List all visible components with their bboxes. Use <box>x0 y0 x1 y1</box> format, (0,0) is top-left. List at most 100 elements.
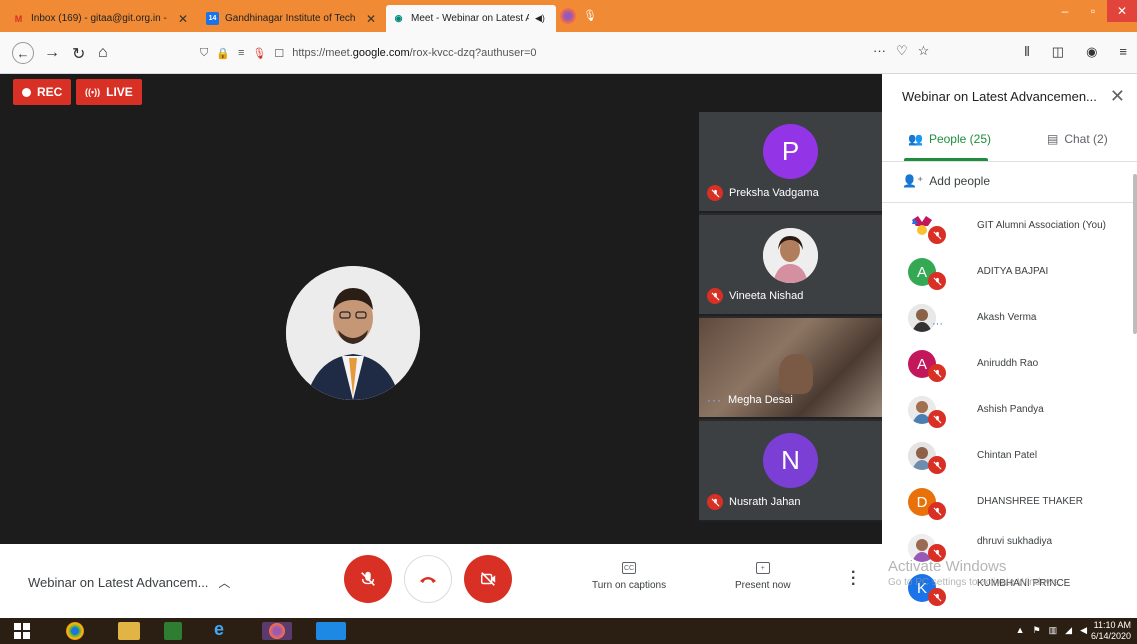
tab-label: Meet - Webinar on Latest A <box>411 13 529 24</box>
people-icon: 👥 <box>908 132 923 146</box>
chrome-icon[interactable] <box>66 622 84 640</box>
mic-off-icon <box>928 502 946 520</box>
app-window-icon[interactable] <box>316 622 346 640</box>
menu-icon[interactable]: ≡ <box>1119 44 1127 60</box>
microphone-icon: 🎙 <box>583 10 597 22</box>
time: 11:10 AM <box>1093 620 1131 630</box>
window-controls: – ▫ ✕ <box>1051 0 1137 28</box>
close-icon[interactable]: ✕ <box>1110 86 1125 107</box>
participant-video-figure <box>779 354 813 394</box>
present-now-button[interactable]: + Present now <box>735 562 791 591</box>
sidebar-icon[interactable]: ◫ <box>1052 44 1064 60</box>
network-icon[interactable]: ▥ <box>1049 625 1058 636</box>
pocket-icon[interactable]: ♡ <box>896 43 908 59</box>
home-icon[interactable]: ⌂ <box>98 44 108 62</box>
divider <box>882 161 1137 162</box>
tile-participant-video[interactable]: ··· Megha Desai <box>699 318 882 419</box>
panel-title: Webinar on Latest Advancemen... <box>902 89 1097 104</box>
file-explorer-icon[interactable] <box>118 622 140 640</box>
close-icon[interactable]: ✕ <box>366 12 376 26</box>
meet-icon: ◉ <box>394 13 403 23</box>
tab-label: Inbox (169) - gitaa@git.org.in - <box>31 13 167 24</box>
list-item[interactable]: ··· Akash Verma <box>882 298 1132 344</box>
participant-name: Aniruddh Rao <box>977 358 1039 369</box>
lock-icon: 🔒 <box>216 47 230 60</box>
divider <box>882 202 1137 203</box>
mic-off-icon <box>928 456 946 474</box>
participant-name: GIT Alumni Association (You) <box>977 220 1106 231</box>
captions-button[interactable]: CC Turn on captions <box>592 562 666 591</box>
tile-participant[interactable]: P Preksha Vadgama <box>699 112 882 213</box>
list-item[interactable]: D DHANSHREE THAKER <box>882 482 1132 528</box>
permissions-icon[interactable]: ≡ <box>238 47 244 59</box>
mic-permission-icon[interactable]: 🎙 <box>252 47 266 60</box>
volume-icon[interactable]: ◀ <box>1080 625 1087 636</box>
bookmark-star-icon[interactable]: ☆ <box>918 43 930 59</box>
signal-icon[interactable]: ◢ <box>1065 625 1072 636</box>
camera-toggle-button[interactable] <box>464 555 512 603</box>
tab-chat[interactable]: ▤ Chat (2) <box>1047 132 1108 146</box>
minimize-icon[interactable]: – <box>1051 0 1079 22</box>
list-item[interactable]: Ashish Pandya <box>882 390 1132 436</box>
message-icon[interactable]: ☐ <box>274 47 284 60</box>
tab-meet[interactable]: ◉ Meet - Webinar on Latest A ◀) <box>386 5 556 32</box>
recording-badge: REC <box>13 79 72 105</box>
meeting-name: Webinar on Latest Advancem... <box>28 575 209 590</box>
mic-toggle-button[interactable] <box>344 555 392 603</box>
speaker-icon[interactable]: ◀) <box>535 13 545 24</box>
store-icon[interactable] <box>164 622 182 640</box>
avatar: N <box>763 433 818 488</box>
calendar-icon: 14 <box>206 12 219 25</box>
participant-tiles: P Preksha Vadgama Vineeta Nishad ··· Meg… <box>699 112 882 522</box>
library-icon[interactable]: ⫴ <box>1024 44 1029 60</box>
mic-off-icon <box>707 288 723 304</box>
windows-start-icon[interactable] <box>14 623 30 639</box>
more-icon[interactable]: ··· <box>873 43 886 59</box>
gmail-icon: M <box>14 13 23 24</box>
speaking-indicator-icon: ··· <box>932 318 943 330</box>
reload-icon[interactable]: ↻ <box>72 44 85 64</box>
add-people-button[interactable]: 👤⁺ Add people <box>902 174 990 188</box>
close-icon[interactable]: ✕ <box>178 12 188 26</box>
mic-off-icon <box>707 494 723 510</box>
main-speaker-avatar <box>286 266 420 400</box>
captions-icon: CC <box>622 562 637 574</box>
tile-participant[interactable]: Vineeta Nishad <box>699 215 882 316</box>
close-window-icon[interactable]: ✕ <box>1107 0 1137 22</box>
browser-tab-strip: M Inbox (169) - gitaa@git.org.in - ✕ 14 … <box>0 0 1137 32</box>
screen: M Inbox (169) - gitaa@git.org.in - ✕ 14 … <box>0 0 1137 644</box>
avatar: P <box>763 124 818 179</box>
list-item[interactable]: A Aniruddh Rao <box>882 344 1132 390</box>
tile-participant[interactable]: N Nusrath Jahan <box>699 421 882 522</box>
date: 6/14/2020 <box>1090 631 1131 641</box>
shield-icon[interactable]: ⛉ <box>200 47 208 60</box>
chevron-up-icon[interactable]: ▲ <box>1016 625 1025 636</box>
firefox-taskbar-icon[interactable] <box>262 622 292 640</box>
list-item[interactable]: GIT Alumni Association (You) <box>882 206 1132 252</box>
maximize-icon[interactable]: ▫ <box>1079 0 1107 22</box>
url-bar[interactable]: ⛉ 🔒 ≡ 🎙 ☐ https://meet.google.com/rox-kv… <box>200 41 950 65</box>
speaking-indicator-icon: ··· <box>707 393 722 407</box>
tab-gandhinagar[interactable]: 14 Gandhinagar Institute of Techn ✕ <box>200 5 382 32</box>
forward-icon[interactable]: → <box>44 44 60 62</box>
chat-icon: ▤ <box>1047 132 1059 146</box>
present-icon: + <box>755 562 770 574</box>
tab-inbox[interactable]: M Inbox (169) - gitaa@git.org.in - ✕ <box>6 5 194 32</box>
firefox-icon[interactable] <box>560 8 576 24</box>
back-icon[interactable]: ← <box>12 42 34 64</box>
clock[interactable]: 11:10 AM 6/14/2020 <box>1091 620 1131 642</box>
list-item[interactable]: A ADITYA BAJPAI <box>882 252 1132 298</box>
meeting-details-button[interactable]: Webinar on Latest Advancem... ︿ <box>28 574 230 591</box>
more-options-icon[interactable]: · · · <box>851 565 856 593</box>
account-icon[interactable]: ◉ <box>1086 44 1097 60</box>
participant-name: DHANSHREE THAKER <box>977 496 1083 507</box>
url-text: https://meet.google.com/rox-kvcc-dzq?aut… <box>292 47 537 59</box>
leave-call-button[interactable] <box>404 555 452 603</box>
list-item[interactable]: Chintan Patel <box>882 436 1132 482</box>
flag-icon[interactable]: ⚑ <box>1033 625 1041 636</box>
tab-people[interactable]: 👥 People (25) <box>908 132 991 146</box>
participant-name: Akash Verma <box>977 312 1037 323</box>
internet-explorer-icon[interactable]: e <box>214 619 236 639</box>
record-dot-icon <box>22 87 31 97</box>
panel-scrollbar[interactable] <box>1133 174 1137 334</box>
